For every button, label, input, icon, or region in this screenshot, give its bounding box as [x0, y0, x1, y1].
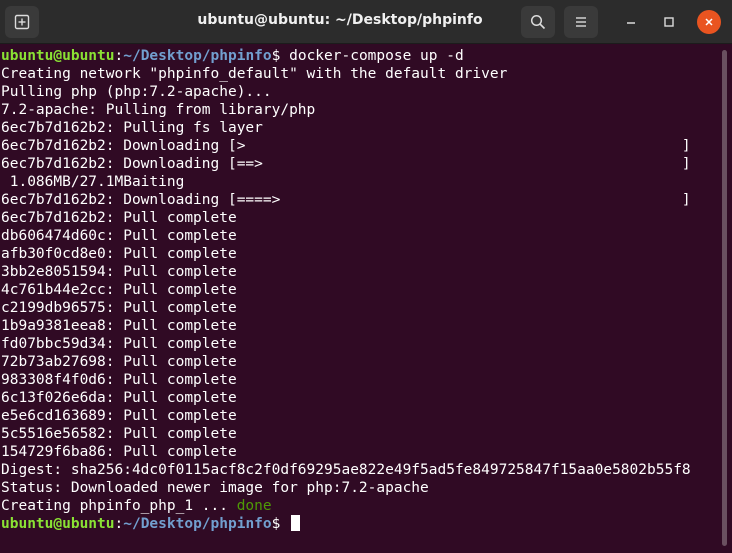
search-button[interactable]: [521, 6, 555, 38]
prompt-separator: :: [114, 48, 124, 64]
output-line: 1b9a9381eea8: Pull complete: [1, 318, 237, 334]
output-line: 154729f6ba86: Pull complete: [1, 444, 237, 460]
new-tab-button[interactable]: [5, 6, 39, 38]
output-line: afb30f0cd8e0: Pull complete: [1, 246, 237, 262]
prompt-symbol: $: [271, 516, 290, 532]
output-line: 3bb2e8051594: Pull complete: [1, 264, 237, 280]
prompt-user-host: ubuntu@ubuntu: [1, 516, 115, 532]
search-icon: [530, 14, 546, 30]
menu-button[interactable]: [564, 6, 598, 38]
command-text: docker-compose up -d: [289, 48, 464, 64]
minimize-icon: [627, 22, 635, 24]
creating-text: Creating phpinfo_php_1 ...: [1, 498, 237, 514]
hamburger-menu-icon: [576, 17, 586, 27]
minimize-button[interactable]: [619, 10, 643, 34]
output-line: 6ec7b7d162b2: Downloading [==> ]: [1, 156, 691, 172]
output-line: c2199db96575: Pull complete: [1, 300, 237, 316]
text-cursor: [291, 515, 301, 531]
prompt-path: ~/Desktop/phpinfo: [123, 48, 272, 64]
output-line: 1.086MB/27.1MBaiting: [1, 174, 185, 190]
output-line: 4c761b44e2cc: Pull complete: [1, 282, 237, 298]
active-prompt-line: ubuntu@ubuntu:~/Desktop/phpinfo$: [1, 515, 301, 533]
output-line: e5e6cd163689: Pull complete: [1, 408, 237, 424]
prompt-symbol: $: [271, 48, 290, 64]
output-line: Pulling php (php:7.2-apache)...: [1, 84, 272, 100]
done-status: done: [236, 498, 272, 514]
output-line: db606474d60c: Pull complete: [1, 228, 237, 244]
output-line: 983308f4f0d6: Pull complete: [1, 372, 237, 388]
window-title: ubuntu@ubuntu: ~/Desktop/phpinfo: [197, 12, 483, 28]
output-line: fd07bbc59d34: Pull complete: [1, 336, 237, 352]
prompt-path: ~/Desktop/phpinfo: [123, 516, 272, 532]
new-tab-icon: [14, 14, 30, 30]
prompt-separator: :: [114, 516, 124, 532]
output-line: Digest: sha256:4dc0f0115acf8c2f0df69295a…: [1, 462, 691, 478]
close-button[interactable]: [697, 10, 721, 34]
output-line: 5c5516e56582: Pull complete: [1, 426, 237, 442]
output-line: 72b73ab27698: Pull complete: [1, 354, 237, 370]
terminal-output[interactable]: ubuntu@ubuntu:~/Desktop/phpinfo$ docker-…: [0, 45, 720, 553]
prompt-user-host: ubuntu@ubuntu: [1, 48, 115, 64]
output-line: 6c13f026e6da: Pull complete: [1, 390, 237, 406]
maximize-icon: [664, 17, 674, 27]
output-line: 6ec7b7d162b2: Downloading [====> ]: [1, 192, 691, 208]
command-prompt-line: ubuntu@ubuntu:~/Desktop/phpinfo$ docker-…: [1, 47, 464, 65]
title-bar: ubuntu@ubuntu: ~/Desktop/phpinfo: [0, 0, 732, 44]
scrollbar[interactable]: [722, 50, 727, 546]
output-line: 6ec7b7d162b2: Pull complete: [1, 210, 237, 226]
output-line: 6ec7b7d162b2: Downloading [> ]: [1, 138, 691, 154]
close-icon: [705, 18, 713, 26]
output-line: 6ec7b7d162b2: Pulling fs layer: [1, 120, 263, 136]
output-line: Creating network "phpinfo_default" with …: [1, 66, 508, 82]
output-line: Status: Downloaded newer image for php:7…: [1, 480, 429, 496]
output-line: Creating phpinfo_php_1 ... done: [1, 497, 272, 515]
output-line: 7.2-apache: Pulling from library/php: [1, 102, 316, 118]
maximize-button[interactable]: [657, 10, 681, 34]
